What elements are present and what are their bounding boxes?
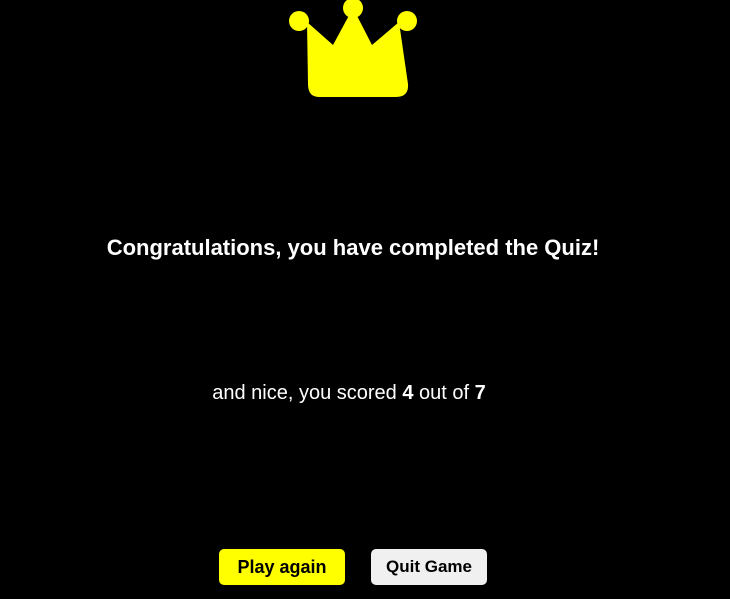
quit-game-button[interactable]: Quit Game (371, 549, 487, 585)
score-value: 4 (402, 382, 414, 404)
play-again-button[interactable]: Play again (219, 549, 345, 585)
score-total: 7 (474, 382, 486, 404)
score-text: and nice, you scored 4 out of 7 (0, 381, 698, 405)
score-prefix: and nice, you scored (212, 382, 397, 404)
out-of-label: out of (419, 382, 470, 404)
completion-title: Congratulations, you have completed the … (106, 235, 600, 260)
crown-icon (288, 0, 418, 100)
